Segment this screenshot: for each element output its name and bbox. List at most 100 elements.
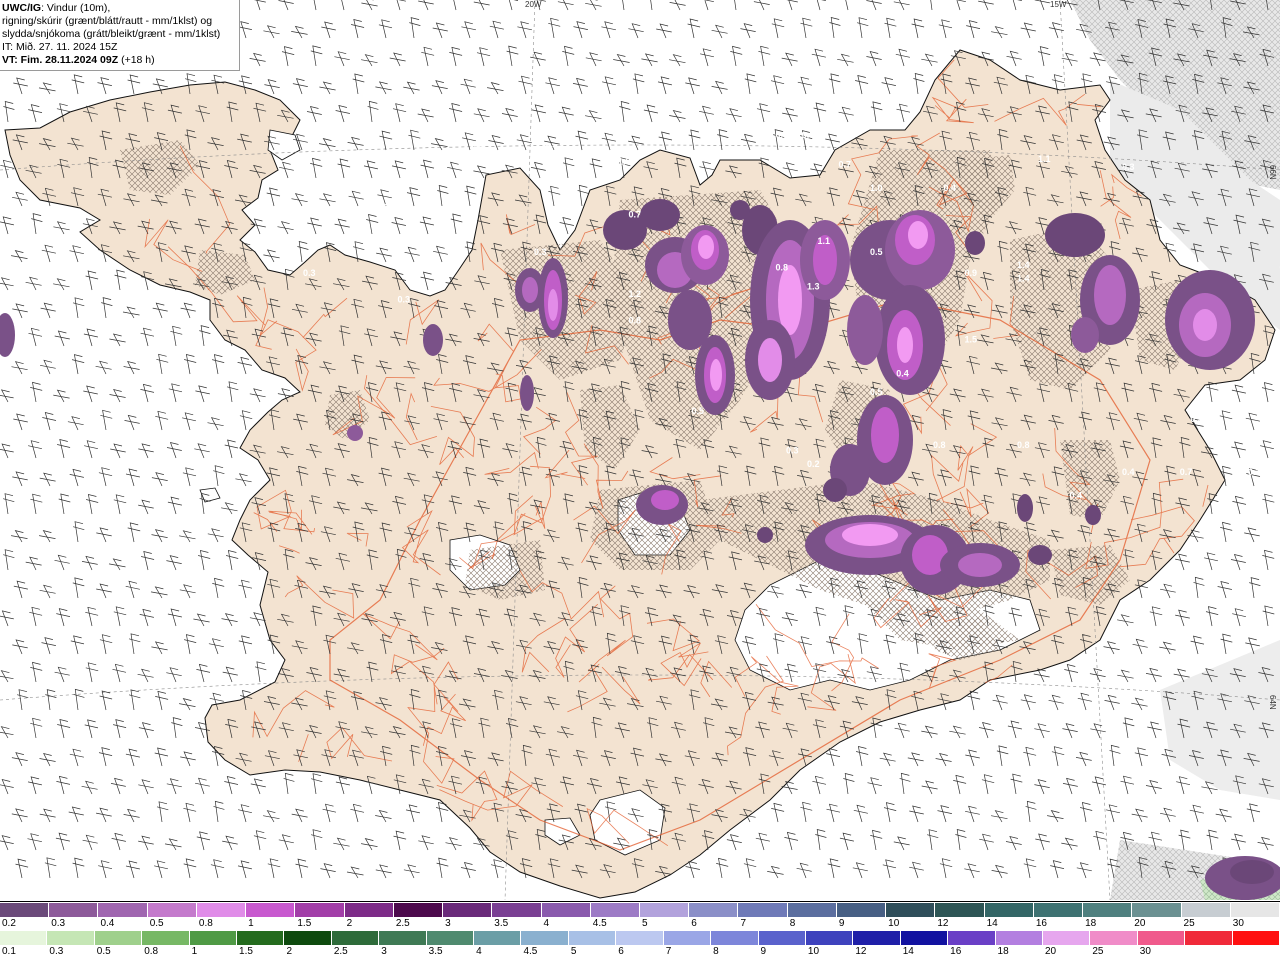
precip-label: 0.3 xyxy=(1122,162,1135,172)
legend-swatch xyxy=(1033,903,1084,917)
precip-label: 0.3 xyxy=(303,268,316,278)
legend-swatch xyxy=(995,931,1043,945)
precip-label: 1.0 xyxy=(870,183,883,193)
legend-swatch xyxy=(344,903,394,917)
legend-label: 5 xyxy=(570,946,577,957)
legend-swatch xyxy=(886,903,936,917)
precip-label: 0.3 xyxy=(1190,414,1203,424)
legend-swatch xyxy=(246,903,296,917)
precip-label: 0.3 xyxy=(534,247,547,257)
legend-label: 0.4 xyxy=(100,918,115,929)
legend-swatch xyxy=(787,903,837,917)
legend-label: 8 xyxy=(713,946,719,957)
precip-label: 0.7 xyxy=(628,210,641,220)
legend-label: 12 xyxy=(937,918,949,929)
legend-label: 1.5 xyxy=(239,946,253,957)
legend-swatch xyxy=(1185,931,1233,945)
precip-label: 0.3 xyxy=(544,144,557,154)
legend-label: 4 xyxy=(476,946,482,957)
legend-swatch xyxy=(738,903,788,917)
precip-label: 0.7 xyxy=(1180,467,1193,477)
precip-cell-center xyxy=(636,485,688,525)
legend-swatch xyxy=(590,903,640,917)
legend-label: 10 xyxy=(807,946,820,957)
legend-swatch xyxy=(98,903,148,917)
legend-swatch xyxy=(984,903,1034,917)
precip-label: 1.3 xyxy=(807,281,820,291)
legend-swatch xyxy=(0,903,50,917)
legend-label: 7 xyxy=(665,946,672,957)
legend-label: 0.8 xyxy=(144,946,159,957)
legend-swatch xyxy=(393,903,444,917)
legend-label: 9 xyxy=(760,946,767,957)
precip-label: 0.8 xyxy=(1017,440,1030,450)
legend-label: 2 xyxy=(286,946,292,957)
legend-label: 4 xyxy=(543,918,550,929)
legend-swatch xyxy=(492,903,542,917)
legend-label: 2.5 xyxy=(333,946,348,957)
legend-label: 6 xyxy=(618,946,624,957)
map-canvas: 0.4 0.6 1.8 0.4 0.4 0.3 1.2 0.6 0.9 0.7 0.3 1.2 0.8 0… xyxy=(0,0,1280,900)
legend-label: 3 xyxy=(445,918,451,929)
legend-label: 0.8 xyxy=(198,918,213,929)
rain-scale-labels: 0.1 0.3 0.5 0.8 1 1.5 2 2.5 3 3.5 4 4.5 5 6 7 8 9 10 12 14 1… xyxy=(0,945,1280,959)
legend-swatch xyxy=(0,931,48,945)
precip-label: 1.5 xyxy=(965,334,978,344)
legend-swatch xyxy=(836,903,887,917)
legend-swatch xyxy=(189,931,238,945)
map-info-box: UWC/IG: Vindur (10m), rigning/skúrir (gr… xyxy=(0,0,240,71)
weather-map: 0.4 0.6 1.8 0.4 0.4 0.3 1.2 0.6 0.9 0.7 0.3 1.2 0.8 0… xyxy=(0,0,1280,900)
legend-label: 1.5 xyxy=(297,918,312,929)
legend-swatch xyxy=(640,903,690,917)
legend-swatch xyxy=(474,931,522,945)
precip-label: 1.4 xyxy=(1017,260,1030,270)
legend-swatch xyxy=(49,903,99,917)
legend-swatch xyxy=(568,931,617,945)
info-line-2: rigning/skúrir (grænt/blátt/rautt - mm/1… xyxy=(2,15,213,27)
legend-swatch xyxy=(1232,931,1280,945)
legend-swatch xyxy=(853,931,901,945)
legend-label: 30 xyxy=(1139,946,1151,957)
legend-separator xyxy=(0,901,1280,902)
grid-label-66n: 66N xyxy=(1268,165,1277,180)
precip-label: 0.7 xyxy=(839,159,852,169)
legend-label: 8 xyxy=(789,918,796,929)
precip-label: 0.6 xyxy=(534,173,547,183)
precip-label: 0.6 xyxy=(1227,475,1240,485)
legend-label: 0.1 xyxy=(2,946,16,957)
legend-swatch xyxy=(616,931,664,945)
precip-label: 0.3 xyxy=(776,130,789,140)
legend-label: 0.5 xyxy=(96,946,111,957)
info-line-5: VT: Fim. 28.11.2024 09Z (+18 h) xyxy=(2,54,236,67)
legend-label: 5 xyxy=(642,918,648,929)
legend-label: 25 xyxy=(1092,946,1104,957)
legend-swatch xyxy=(94,931,143,945)
legend-swatch xyxy=(1042,931,1091,945)
legend-swatch xyxy=(935,903,985,917)
legend-label: 2.5 xyxy=(395,918,410,929)
legend-swatch xyxy=(900,931,949,945)
info-line-3: slydda/snjókoma (grátt/bleikt/grænt - mm… xyxy=(2,28,221,40)
precip-label: 0.4 xyxy=(345,202,358,212)
legend-swatch xyxy=(1083,903,1133,917)
precip-label: 1.1 xyxy=(818,236,831,246)
legend-swatch xyxy=(711,931,759,945)
legend-swatch xyxy=(1090,931,1138,945)
precip-label: 0.9 xyxy=(965,268,978,278)
legend-swatch xyxy=(663,931,712,945)
grid-label-64n: 64N xyxy=(1268,695,1277,710)
model-name: UWC/IG xyxy=(2,2,42,14)
legend-label: 9 xyxy=(838,918,845,929)
precip-label: 0.8 xyxy=(776,263,789,273)
legend-label: 16 xyxy=(1035,918,1047,929)
legend-label: 3.5 xyxy=(494,918,509,929)
precip-label: 0.6 xyxy=(377,202,390,212)
legend-swatch xyxy=(426,931,475,945)
precip-label: 0.3 xyxy=(786,446,799,456)
precip-label: 0.4 xyxy=(944,183,957,193)
precip-label: 0.3 xyxy=(219,342,232,352)
legend-swatch xyxy=(948,931,996,945)
legend-label: 14 xyxy=(902,946,914,957)
precip-label: 1.8 xyxy=(408,220,421,230)
legend-swatch xyxy=(196,903,247,917)
